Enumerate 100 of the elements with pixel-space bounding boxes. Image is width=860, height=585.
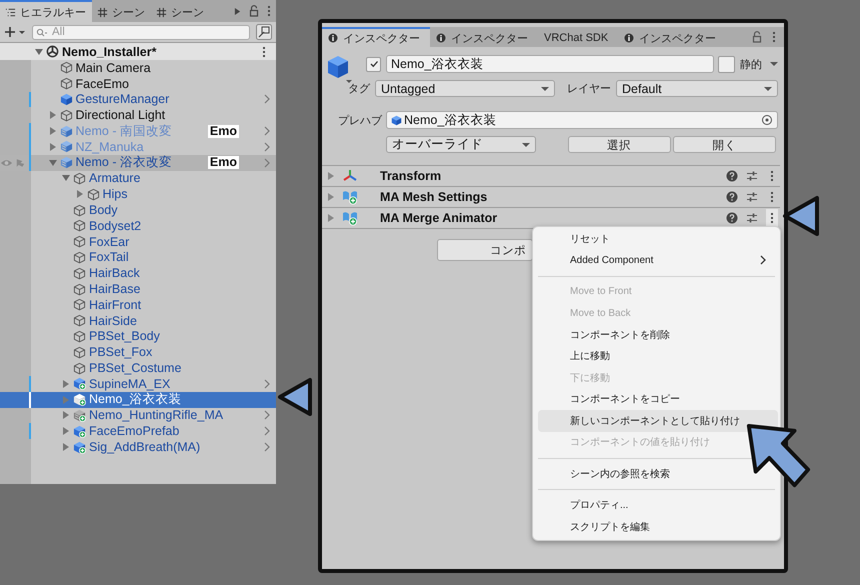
search-field[interactable]: All xyxy=(32,24,250,40)
object-name[interactable]: PBSet_Body xyxy=(89,329,160,344)
object-name[interactable]: Hips xyxy=(102,187,128,202)
object-name[interactable]: Main Camera xyxy=(76,60,151,75)
object-name[interactable]: FoxEar xyxy=(89,234,130,249)
menu-icon[interactable] xyxy=(267,5,271,17)
chevron-right-icon[interactable] xyxy=(263,126,271,136)
expand-arrow-icon[interactable] xyxy=(48,126,58,136)
object-name[interactable]: Armature xyxy=(89,171,140,186)
presets-icon[interactable] xyxy=(746,212,758,224)
menu-item[interactable]: シーン内の参照を検索 xyxy=(538,463,678,484)
cube-outline-icon xyxy=(73,346,86,359)
menu-item[interactable]: 新しいコンポーネントとして貼り付け xyxy=(538,410,778,432)
caret-icon[interactable] xyxy=(770,61,778,67)
object-name[interactable]: Bodyset2 xyxy=(89,218,142,233)
object-name[interactable]: Nemo_HuntingRifle_MA xyxy=(89,408,224,422)
prefab-button[interactable]: 選択 xyxy=(568,136,671,153)
object-name[interactable]: FaceEmoPrefab xyxy=(89,424,180,438)
pointer-icon[interactable] xyxy=(14,158,27,168)
expand-arrow-icon[interactable] xyxy=(61,426,71,436)
panel-tab[interactable]: インスペクター xyxy=(618,27,726,47)
panel-tab[interactable]: ヒエラルキー xyxy=(0,0,92,22)
prefab-field[interactable]: Nemo_浴衣衣装 xyxy=(386,111,778,129)
object-name[interactable]: HairFront xyxy=(89,298,142,312)
presets-icon[interactable] xyxy=(746,191,758,203)
expand-arrow-icon[interactable] xyxy=(61,442,71,452)
menu-item[interactable]: 上に移動 xyxy=(538,346,618,367)
expand-arrow-icon[interactable] xyxy=(48,142,58,152)
menu-icon[interactable] xyxy=(766,209,778,227)
add-component-button[interactable]: コンポ xyxy=(437,239,533,261)
expand-arrow-icon[interactable] xyxy=(326,171,336,181)
static-checkbox[interactable] xyxy=(718,56,735,72)
expand-arrow-icon[interactable] xyxy=(48,158,58,168)
expand-arrow-icon[interactable] xyxy=(326,192,336,202)
object-name[interactable]: Sig_AddBreath(MA) xyxy=(89,440,200,454)
object-name[interactable]: SupineMA_EX xyxy=(89,376,170,391)
object-name[interactable]: Directional Light xyxy=(76,108,166,122)
selected-row[interactable]: Nemo_浴衣衣装 xyxy=(0,392,276,408)
prefab-button[interactable]: 開く xyxy=(672,136,776,153)
panel-tab[interactable]: インスペクター xyxy=(322,27,430,47)
expand-arrow-icon[interactable] xyxy=(74,189,84,200)
help-icon[interactable] xyxy=(726,191,738,203)
target-icon[interactable] xyxy=(761,114,773,126)
chevron-right-icon[interactable] xyxy=(263,410,271,420)
cube-outline-icon xyxy=(73,298,86,312)
menu-item[interactable]: プロパティ... xyxy=(538,494,636,516)
expand-arrow-icon[interactable] xyxy=(61,378,71,389)
tag-dropdown[interactable]: Untagged xyxy=(375,80,555,97)
chevron-right-icon[interactable] xyxy=(263,94,271,104)
eye-icon[interactable] xyxy=(0,158,13,168)
component-header[interactable]: MA Merge Animator xyxy=(322,207,780,229)
cube-icon xyxy=(60,92,72,106)
chevron-right-icon[interactable] xyxy=(263,158,271,168)
help-icon[interactable] xyxy=(726,170,738,182)
object-name[interactable]: Body xyxy=(89,203,118,218)
component-header[interactable]: MA Mesh Settings xyxy=(322,186,780,207)
help-icon[interactable] xyxy=(726,212,738,224)
object-name[interactable]: PBSet_Costume xyxy=(89,361,182,376)
expand-arrow-icon[interactable] xyxy=(61,410,71,420)
cube-outline-icon xyxy=(73,172,86,185)
panel-tab[interactable]: インスペクター xyxy=(430,27,538,47)
object-name[interactable]: Nemo - 浴衣改変 xyxy=(76,154,172,172)
chevron-right-icon[interactable] xyxy=(263,426,271,436)
add-icon[interactable] xyxy=(4,26,26,38)
chevron-right-icon[interactable] xyxy=(263,378,271,389)
lock-icon[interactable] xyxy=(752,31,762,43)
scene-row[interactable]: Nemo_Installer* xyxy=(0,43,276,60)
menu-item[interactable]: コンポーネントを削除 xyxy=(538,324,678,346)
object-name[interactable]: FaceEmo xyxy=(76,76,129,91)
expand-arrow-icon[interactable] xyxy=(34,46,44,56)
chevron-right-icon[interactable] xyxy=(263,442,271,452)
name-field[interactable]: Nemo_浴衣衣装 xyxy=(386,55,714,73)
panel-tab[interactable]: VRChat SDK xyxy=(538,27,618,47)
object-name[interactable]: Nemo_浴衣衣装 xyxy=(89,391,182,408)
overrides-dropdown[interactable]: オーバーライド xyxy=(386,136,536,153)
object-name[interactable]: HairBack xyxy=(89,266,140,280)
layer-dropdown[interactable]: Default xyxy=(616,80,778,97)
cube-icon[interactable] xyxy=(326,55,354,85)
menu-item[interactable]: リセット xyxy=(538,228,618,250)
expand-arrow-icon[interactable] xyxy=(61,173,71,184)
menu-item[interactable]: Added Component xyxy=(538,250,775,271)
object-name[interactable]: HairSide xyxy=(89,314,137,328)
cube-icon xyxy=(60,156,72,170)
chevron-right-icon[interactable] xyxy=(263,142,271,152)
object-name[interactable]: HairBase xyxy=(89,282,140,296)
play-icon[interactable] xyxy=(234,6,241,16)
active-checkbox[interactable] xyxy=(366,56,381,72)
object-name[interactable]: GestureManager xyxy=(76,92,170,106)
menu-icon[interactable] xyxy=(772,31,776,43)
expand-arrow-icon[interactable] xyxy=(326,213,336,223)
presets-icon[interactable] xyxy=(746,170,758,182)
expand-arrow-icon[interactable] xyxy=(48,110,58,120)
menu-item[interactable]: コンポーネントをコピー xyxy=(538,388,688,410)
highlighted-row[interactable]: Nemo - 浴衣改変 Emo xyxy=(0,154,276,171)
menu-icon[interactable] xyxy=(262,46,266,58)
object-name[interactable]: PBSet_Fox xyxy=(89,345,152,360)
search-options-icon[interactable] xyxy=(256,24,272,40)
object-name[interactable]: FoxTail xyxy=(89,250,129,264)
menu-item[interactable]: スクリプトを編集 xyxy=(538,516,658,538)
lock-icon[interactable] xyxy=(249,5,259,17)
